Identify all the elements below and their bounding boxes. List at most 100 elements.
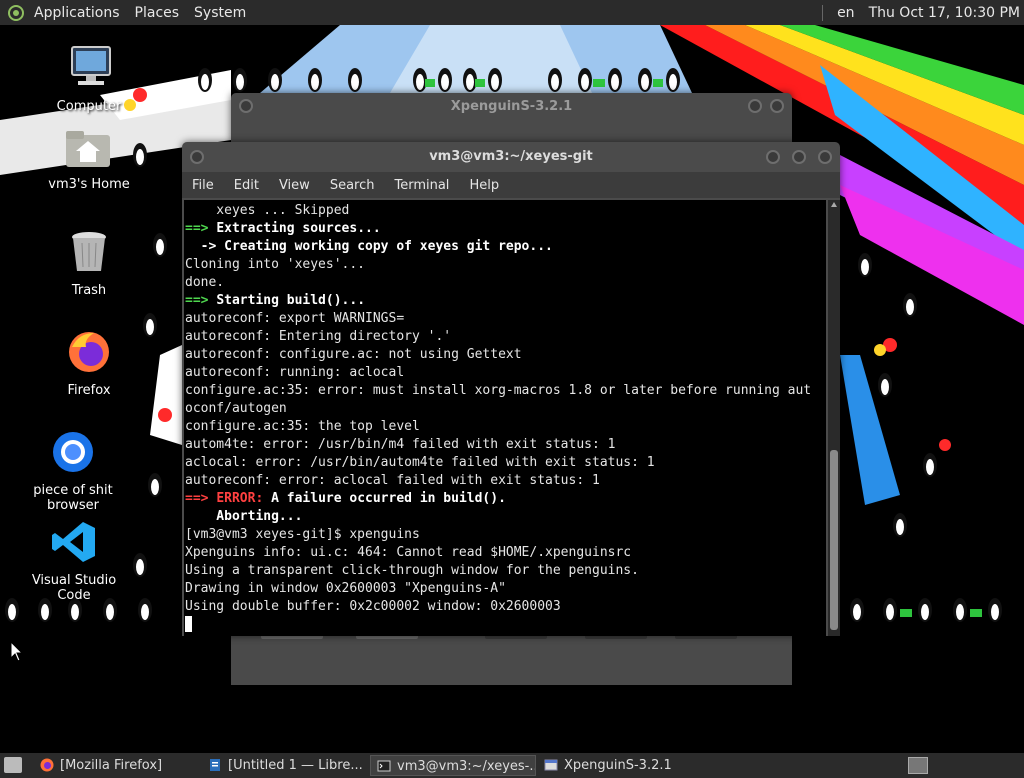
taskbar-item-libreoffice[interactable]: [Untitled 1 — Libre... [202, 755, 368, 776]
places-menu[interactable]: Places [129, 5, 189, 21]
terminal-text-segment: xeyes ... Skipped [185, 203, 350, 218]
taskbar-item-label: XpenguinS-3.2.1 [564, 758, 672, 773]
show-desktop-icon[interactable] [4, 757, 22, 773]
terminal-text-segment: -> [185, 239, 225, 254]
desktop-icon-firefox[interactable]: Firefox [34, 329, 144, 398]
menu-view[interactable]: View [269, 178, 320, 193]
taskbar-item-firefox[interactable]: [Mozilla Firefox] [34, 755, 196, 776]
terminal-text-segment: configure.ac:35: error: must install xor… [185, 383, 812, 398]
terminal-text-segment: Aborting... [185, 509, 303, 524]
desktop-icon-label: piece of shit browser [33, 483, 113, 513]
terminal-text-segment: ==> [185, 491, 217, 506]
terminal-line: Using double buffer: 0x2c00002 window: 0… [185, 598, 826, 616]
text-cursor [185, 616, 192, 632]
desktop-icon-home[interactable]: vm3's Home [34, 129, 144, 192]
terminal-line: [vm3@vm3 xeyes-git]$ xpenguins [185, 526, 826, 544]
terminal-text-segment: autoreconf: running: aclocal [185, 365, 405, 380]
chromium-icon [53, 432, 93, 472]
menu-edit[interactable]: Edit [224, 178, 269, 193]
maximize-button[interactable] [792, 150, 806, 164]
terminal-line: Aborting... [185, 508, 826, 526]
terminal-text-segment: [vm3@vm3 xeyes-git]$ xpenguins [185, 527, 420, 542]
desktop-icon-computer[interactable]: Computer [34, 45, 144, 114]
terminal-text-segment: ==> [185, 293, 217, 308]
menu-terminal[interactable]: Terminal [384, 178, 459, 193]
minimize-button[interactable] [766, 150, 780, 164]
terminal-text-segment: aclocal: error: /usr/bin/autom4te failed… [185, 455, 655, 470]
close-button[interactable] [818, 150, 832, 164]
desktop-icon-label: vm3's Home [48, 177, 130, 192]
terminal-text-segment: autoreconf: Entering directory '.' [185, 329, 452, 344]
terminal-scrollbar[interactable] [828, 200, 840, 636]
terminal-text-segment: Extracting sources... [216, 221, 381, 236]
terminal-text-segment: autoreconf: error: aclocal failed with e… [185, 473, 600, 488]
desktop-icon-vscode[interactable]: Visual Studio Code [14, 519, 134, 603]
menu-file[interactable]: File [182, 178, 224, 193]
terminal-line: configure.ac:35: error: must install xor… [185, 382, 826, 400]
computer-icon [71, 46, 111, 85]
home-folder-icon [66, 131, 110, 167]
terminal-text-segment: done. [185, 275, 225, 290]
terminal-line: autoreconf: Entering directory '.' [185, 328, 826, 346]
taskbar-item-xpenguins[interactable]: XpenguinS-3.2.1 [538, 755, 698, 776]
scrollbar-thumb[interactable] [830, 450, 838, 630]
terminal-text-segment: Using a transparent click-through window… [185, 563, 639, 578]
desktop-icon-label: Computer [56, 99, 122, 114]
applications-menu[interactable]: Applications [28, 5, 129, 21]
terminal-output[interactable]: xeyes ... Skipped ==> Extracting sources.… [184, 200, 826, 636]
desktop-icon-chromium[interactable]: piece of shit browser [8, 429, 138, 513]
window-title: vm3@vm3:~/xeyes-git [429, 149, 593, 164]
taskbar-item-label: vm3@vm3:~/xeyes-... [397, 759, 536, 774]
taskbar-item-label: [Untitled 1 — Libre... [228, 758, 363, 773]
terminal-line: ==> Extracting sources... [185, 220, 826, 238]
terminal-window[interactable]: vm3@vm3:~/xeyes-git File Edit View Searc… [182, 142, 840, 636]
terminal-line: ==> ERROR: A failure occurred in build()… [185, 490, 826, 508]
terminal-text-segment: Drawing in window 0x2600003 "Xpenguins-A… [185, 581, 506, 596]
maximize-button[interactable] [770, 99, 784, 113]
terminal-line: autoreconf: export WARNINGS= [185, 310, 826, 328]
desktop-icon-trash[interactable]: Trash [34, 229, 144, 298]
desktop-icon-label: Trash [71, 283, 107, 298]
distro-logo-icon[interactable] [8, 4, 24, 21]
terminal-text-segment: Xpenguins info: ui.c: 464: Cannot read $… [185, 545, 632, 560]
terminal-titlebar[interactable]: vm3@vm3:~/xeyes-git [182, 142, 840, 172]
xpenguins-titlebar[interactable]: XpenguinS-3.2.1 [231, 93, 792, 121]
menu-help[interactable]: Help [459, 178, 509, 193]
menu-search[interactable]: Search [320, 178, 385, 193]
clock[interactable]: Thu Oct 17, 10:30 PM [869, 5, 1020, 21]
terminal-text-segment: Using double buffer: 0x2c00002 window: 0… [185, 599, 561, 614]
penguin-group-icon [413, 68, 502, 92]
minimize-button[interactable] [748, 99, 762, 113]
terminal-line: configure.ac:35: the top level [185, 418, 826, 436]
window-menu-button[interactable] [190, 150, 204, 164]
terminal-text-segment: configure.ac:35: the top level [185, 419, 420, 434]
penguin-group-icon [198, 68, 362, 92]
top-panel: Applications Places System en Thu Oct 17… [0, 0, 1024, 25]
taskbar-item-terminal[interactable]: vm3@vm3:~/xeyes-... [370, 755, 536, 776]
desktop-icon-label: Visual Studio Code [31, 573, 117, 603]
terminal-line: Cloning into 'xeyes'... [185, 256, 826, 274]
trash-icon [72, 232, 106, 271]
workspace-switcher[interactable] [908, 757, 928, 774]
vscode-icon [52, 522, 95, 562]
terminal-text-segment: ERROR: [216, 491, 272, 506]
system-menu[interactable]: System [188, 5, 255, 21]
terminal-line: -> Creating working copy of xeyes git re… [185, 238, 826, 256]
terminal-text-segment: autoreconf: configure.ac: not using Gett… [185, 347, 522, 362]
terminal-text-segment: autom4te: error: /usr/bin/m4 failed with… [185, 437, 616, 452]
keyboard-layout-indicator[interactable]: en [837, 5, 855, 21]
panel-separator [822, 4, 824, 21]
window-menu-button[interactable] [239, 99, 253, 113]
terminal-text-segment: Starting build()... [216, 293, 366, 308]
scroll-up-icon[interactable] [831, 202, 837, 207]
terminal-line: ==> Starting build()... [185, 292, 826, 310]
terminal-prompt-line [185, 616, 826, 634]
terminal-text-segment: Creating working copy of xeyes git repo.… [224, 239, 553, 254]
terminal-line: autom4te: error: /usr/bin/m4 failed with… [185, 436, 826, 454]
terminal-line: Xpenguins info: ui.c: 464: Cannot read $… [185, 544, 826, 562]
terminal-icon [377, 760, 391, 772]
terminal-text-segment: autoreconf: export WARNINGS= [185, 311, 405, 326]
terminal-line: done. [185, 274, 826, 292]
desktop-icon-label: Firefox [67, 383, 111, 398]
firefox-icon [69, 332, 109, 372]
